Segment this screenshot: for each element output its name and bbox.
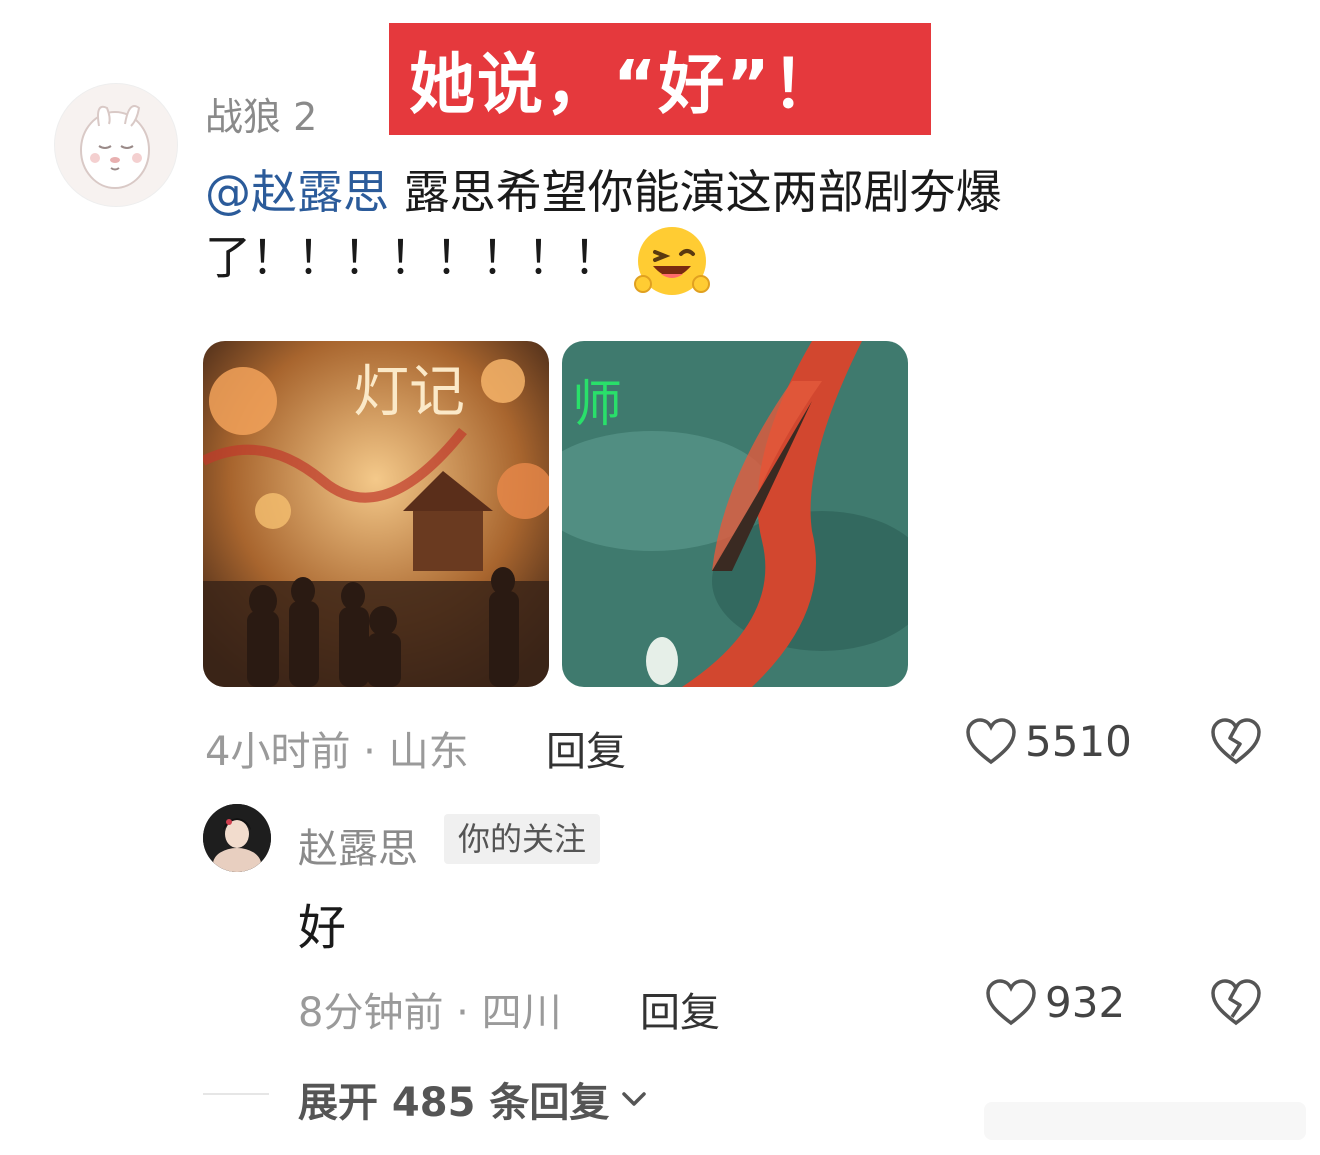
- avatar[interactable]: [203, 804, 271, 872]
- broken-heart-icon: [1211, 979, 1261, 1026]
- like-button[interactable]: 5510: [965, 716, 1132, 766]
- grinning-emoji-icon: [633, 222, 711, 300]
- caption-banner: 她说，“好”！: [389, 23, 931, 135]
- comment-timestamp-location: 4小时前 · 山东: [205, 729, 469, 775]
- reply-button[interactable]: 回复: [640, 980, 720, 1038]
- comment-timestamp-location: 8分钟前 · 四川: [298, 990, 562, 1036]
- profile-photo-icon: [203, 804, 271, 872]
- divider: [203, 1093, 269, 1095]
- dislike-button[interactable]: [1210, 977, 1262, 1031]
- comment-text: @赵露思 露思希望你能演这两部剧夯爆了！！！！！！！！: [205, 162, 1105, 300]
- like-count: 932: [1045, 977, 1126, 1027]
- avatar[interactable]: [54, 83, 178, 207]
- heart-icon: [966, 718, 1016, 765]
- comment-username[interactable]: 战狼 2: [205, 86, 317, 141]
- heart-icon: [986, 979, 1036, 1026]
- poster-image[interactable]: 灯记: [203, 341, 549, 687]
- expand-replies-button[interactable]: 展开 485 条回复: [298, 1070, 647, 1128]
- reply-text: 好: [298, 900, 347, 956]
- like-button[interactable]: 932: [985, 977, 1125, 1027]
- reply-button[interactable]: 回复: [546, 719, 626, 777]
- poster-image[interactable]: 师: [562, 341, 908, 687]
- comment-username[interactable]: 赵露思: [298, 816, 418, 874]
- poster-title: 师: [572, 375, 622, 433]
- broken-heart-icon: [1211, 718, 1261, 765]
- mention-link[interactable]: @赵露思: [205, 165, 389, 219]
- following-badge: 你的关注: [444, 814, 601, 864]
- poster-title: 灯记: [353, 360, 465, 425]
- cartoon-avatar-icon: [80, 105, 150, 189]
- expand-replies-label: 展开 485 条回复: [298, 1080, 610, 1126]
- chevron-down-icon: [622, 1092, 647, 1106]
- dislike-button[interactable]: [1210, 716, 1262, 770]
- watermark: [980, 1098, 1310, 1144]
- like-count: 5510: [1025, 716, 1132, 766]
